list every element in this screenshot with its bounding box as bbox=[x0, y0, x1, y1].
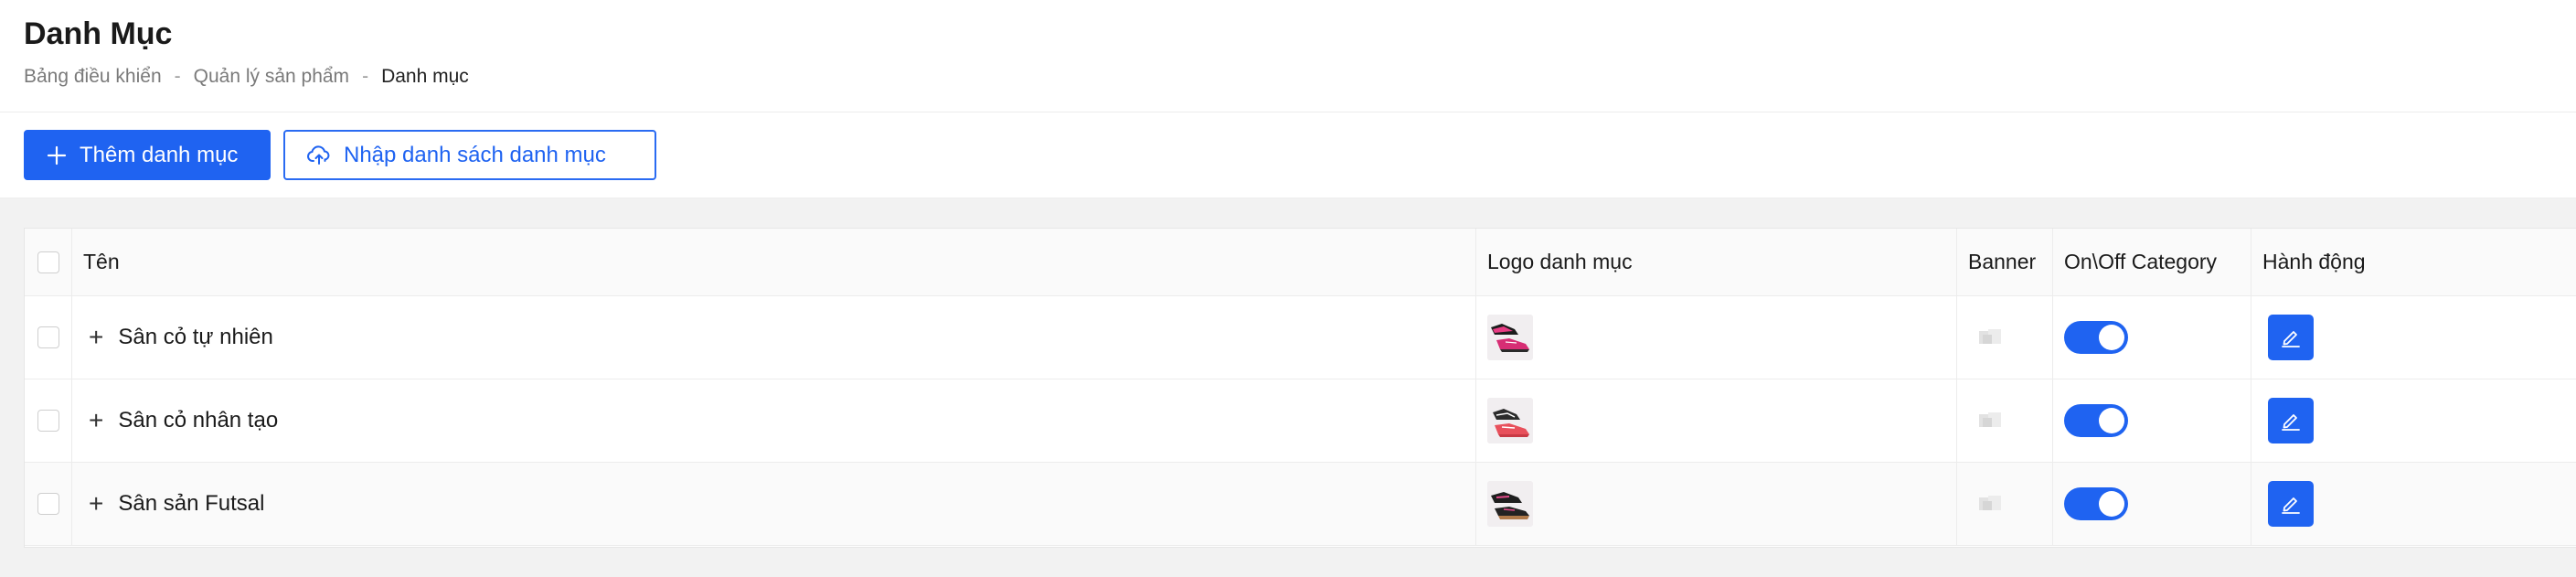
red-white-boots-image bbox=[1487, 398, 1533, 443]
select-all-checkbox[interactable] bbox=[37, 251, 59, 273]
content-area: Tên Logo danh mục Banner On\Off Category… bbox=[0, 198, 2576, 577]
table-row: + Sân sản Futsal bbox=[25, 463, 2576, 546]
breadcrumb-item-dashboard[interactable]: Bảng điều khiển bbox=[24, 66, 162, 88]
category-name: Sân cỏ nhân tạo bbox=[118, 408, 279, 433]
banner-image bbox=[1979, 412, 2001, 427]
breadcrumb-separator: - bbox=[362, 66, 369, 87]
banner-image bbox=[1979, 496, 2001, 510]
category-name: Sân sản Futsal bbox=[118, 491, 265, 516]
column-header-name[interactable]: Tên bbox=[72, 229, 1475, 295]
column-header-action: Hành động bbox=[2251, 229, 2576, 295]
expand-row-icon[interactable]: + bbox=[89, 325, 103, 350]
breadcrumb-separator: - bbox=[174, 66, 181, 87]
row-checkbox[interactable] bbox=[37, 326, 59, 348]
table-row: + Sân cỏ tự nhiên bbox=[25, 296, 2576, 379]
expand-row-icon[interactable]: + bbox=[89, 408, 103, 433]
category-toggle[interactable] bbox=[2064, 487, 2128, 520]
edit-icon bbox=[2282, 497, 2300, 514]
black-pink-shoes-image bbox=[1487, 481, 1533, 527]
banner-image bbox=[1979, 329, 2001, 344]
import-categories-button[interactable]: Nhập danh sách danh mục bbox=[283, 130, 656, 180]
edit-button[interactable] bbox=[2268, 398, 2314, 443]
category-name: Sân cỏ tự nhiên bbox=[118, 325, 273, 349]
column-header-logo: Logo danh mục bbox=[1475, 229, 1956, 295]
edit-button[interactable] bbox=[2268, 481, 2314, 527]
edit-button[interactable] bbox=[2268, 315, 2314, 360]
category-toggle[interactable] bbox=[2064, 321, 2128, 354]
column-header-toggle: On\Off Category bbox=[2052, 229, 2251, 295]
cloud-upload-icon bbox=[307, 144, 331, 166]
edit-icon bbox=[2282, 331, 2300, 347]
pink-boots-image bbox=[1487, 315, 1533, 360]
breadcrumb: Bảng điều khiển - Quản lý sản phẩm - Dan… bbox=[24, 66, 469, 88]
toggle-knob bbox=[2099, 491, 2124, 517]
breadcrumb-item-current: Danh mục bbox=[381, 66, 469, 87]
category-table: Tên Logo danh mục Banner On\Off Category… bbox=[24, 228, 2576, 548]
breadcrumb-item-product-management[interactable]: Quản lý sản phẩm bbox=[194, 66, 349, 88]
toolbar: Thêm danh mục Nhập danh sách danh mục bbox=[0, 112, 2576, 198]
toggle-knob bbox=[2099, 408, 2124, 433]
page-title: Danh Mục bbox=[24, 16, 173, 51]
add-category-button[interactable]: Thêm danh mục bbox=[24, 130, 271, 180]
page-header: Danh Mục Bảng điều khiển - Quản lý sản p… bbox=[0, 0, 2576, 112]
table-row: + Sân cỏ nhân tạo bbox=[25, 379, 2576, 463]
toggle-knob bbox=[2099, 325, 2124, 350]
row-checkbox[interactable] bbox=[37, 410, 59, 432]
import-categories-label: Nhập danh sách danh mục bbox=[344, 142, 606, 167]
row-checkbox[interactable] bbox=[37, 493, 59, 515]
expand-row-icon[interactable]: + bbox=[89, 491, 103, 517]
add-category-label: Thêm danh mục bbox=[80, 142, 239, 167]
table-header: Tên Logo danh mục Banner On\Off Category… bbox=[25, 229, 2576, 296]
edit-icon bbox=[2282, 414, 2300, 431]
plus-icon bbox=[47, 145, 67, 166]
category-toggle[interactable] bbox=[2064, 404, 2128, 437]
column-header-banner: Banner bbox=[1956, 229, 2052, 295]
